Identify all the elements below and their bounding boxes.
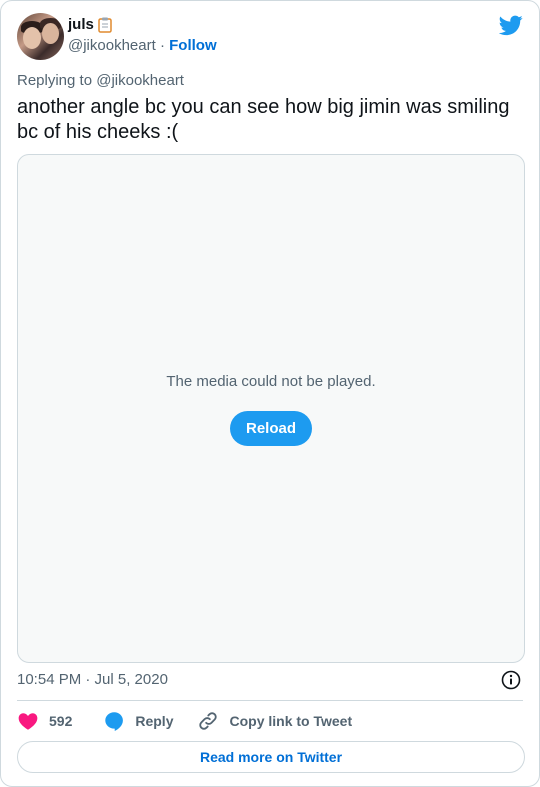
clipboard-icon	[98, 17, 112, 33]
timestamp[interactable]: 10:54 PM · Jul 5, 2020	[17, 671, 168, 688]
media-container: The media could not be played. Reload	[17, 154, 525, 663]
twitter-bird-icon[interactable]	[498, 13, 523, 37]
author-name-row[interactable]: juls	[68, 16, 112, 33]
reply-label: Reply	[135, 713, 174, 729]
link-icon	[199, 712, 218, 730]
author-handle[interactable]: @jikookheart	[68, 37, 156, 54]
heart-icon	[18, 713, 38, 730]
reply-bubble-icon	[105, 712, 124, 731]
info-icon[interactable]	[501, 670, 521, 690]
replying-to[interactable]: Replying to @jikookheart	[17, 72, 184, 89]
avatar[interactable]	[17, 13, 64, 60]
copy-link-button[interactable]: Copy link to Tweet	[197, 710, 352, 732]
follow-link[interactable]: Follow	[169, 37, 217, 54]
divider	[17, 700, 523, 701]
author-name[interactable]: juls	[68, 16, 94, 33]
media-error-message: The media could not be played.	[166, 373, 376, 390]
tweet-text: another angle bc you can see how big jim…	[17, 96, 510, 143]
separator: ·	[159, 37, 165, 54]
like-button[interactable]: 592	[17, 710, 72, 732]
reload-button[interactable]: Reload	[230, 411, 312, 446]
copy-link-label: Copy link to Tweet	[229, 713, 353, 729]
tweet-card: juls @jikookheart · Follow Replying to @…	[0, 0, 540, 787]
reply-button[interactable]: Reply	[103, 710, 173, 732]
like-count: 592	[49, 713, 73, 729]
read-more-button[interactable]: Read more on Twitter	[17, 741, 525, 773]
author-handle-row: @jikookheart · Follow	[68, 37, 217, 54]
action-bar: 592 Reply Copy link to Tweet	[17, 709, 352, 733]
